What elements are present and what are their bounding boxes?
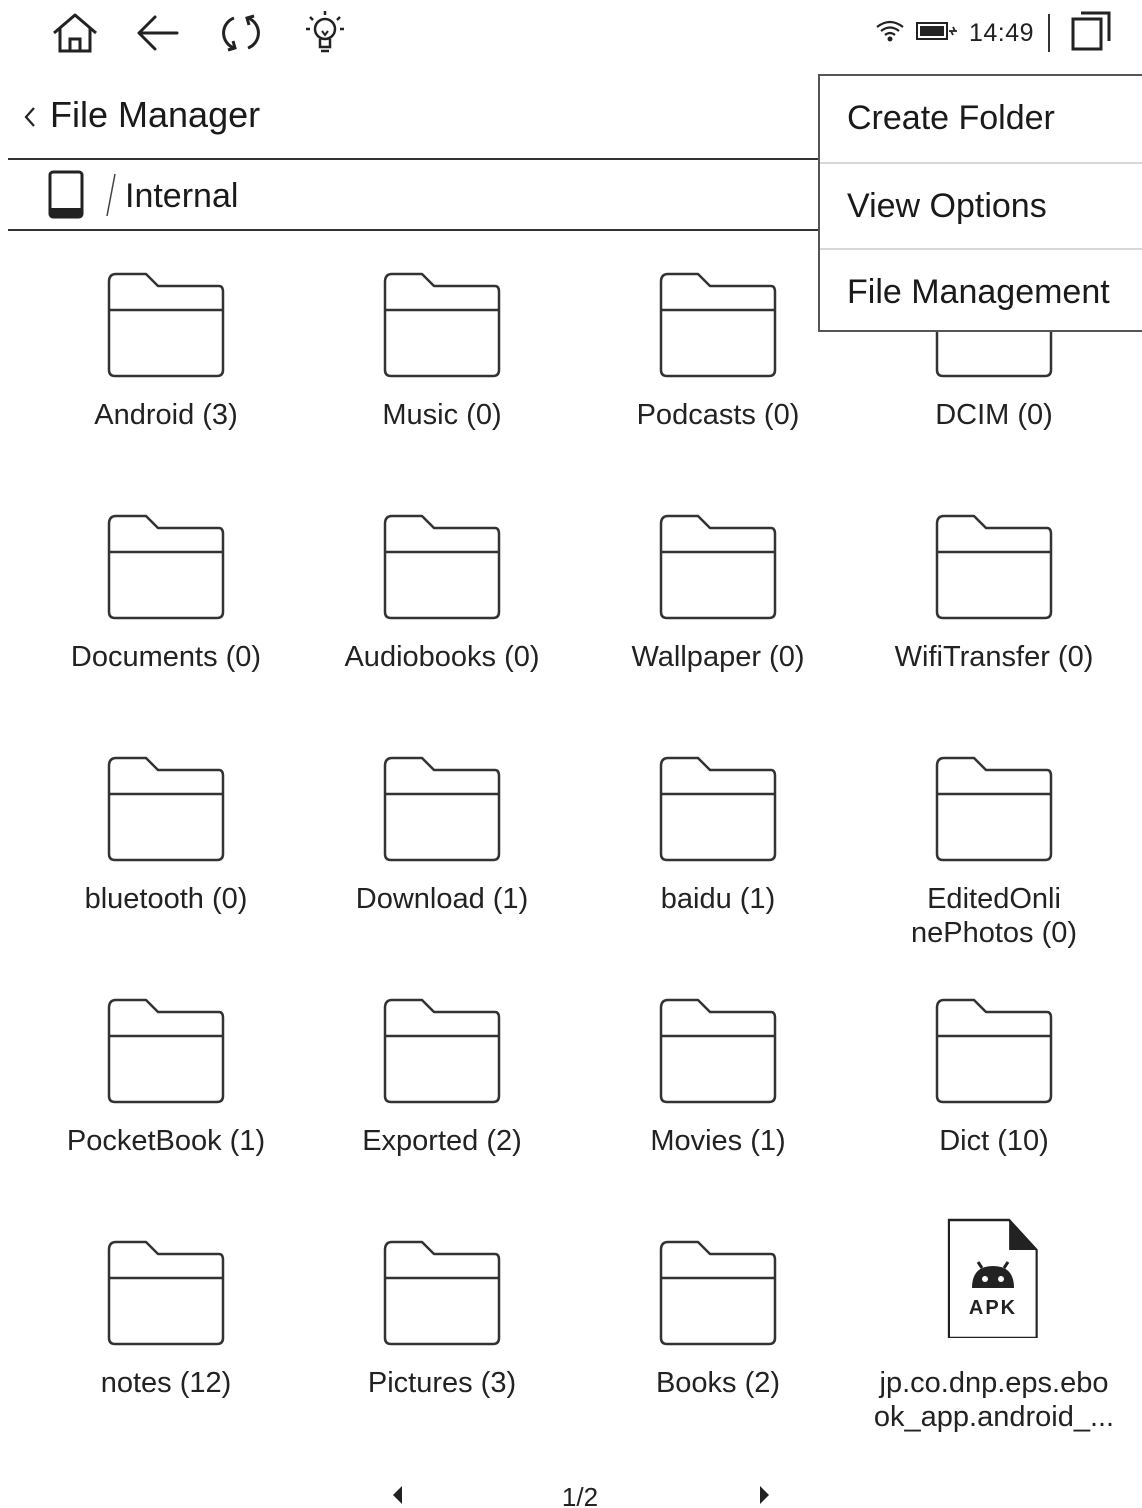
- next-page-icon[interactable]: [754, 1482, 774, 1508]
- item-label: Documents (0): [70, 641, 262, 673]
- folder-icon: [382, 512, 502, 620]
- item-label: bluetooth (0): [84, 883, 248, 915]
- item-label: Download (1): [355, 883, 529, 915]
- pagination: 1/2: [0, 1470, 1142, 1508]
- item-label: Books (2): [655, 1367, 781, 1399]
- item-label: jp.co.dnp.eps.ebo ok_app.android_...: [873, 1367, 1115, 1433]
- header: File Manager: [0, 80, 820, 158]
- folder-icon: [658, 1238, 778, 1346]
- previous-page-icon[interactable]: [388, 1482, 408, 1508]
- item-label: Dict (10): [939, 1125, 1049, 1157]
- apk-badge: APK: [969, 1297, 1017, 1319]
- folder-icon: [658, 270, 778, 378]
- tablet-icon: [48, 170, 86, 220]
- folder-icon: [934, 754, 1054, 862]
- folder-icon: [106, 996, 226, 1104]
- menu-item-label: Create Folder: [847, 99, 1055, 137]
- home-icon[interactable]: [50, 8, 100, 58]
- wifi-icon: [875, 19, 905, 48]
- folder-icon: [658, 996, 778, 1104]
- folder-item[interactable]: baidu (1): [580, 734, 856, 964]
- refresh-icon[interactable]: [216, 8, 266, 58]
- folder-item[interactable]: Pictures (3): [304, 1218, 580, 1448]
- menu-item-label: View Options: [847, 187, 1047, 225]
- status-bar: 14:49: [0, 0, 1142, 64]
- folder-icon: [934, 996, 1054, 1104]
- status-indicators: 14:49: [875, 10, 1112, 56]
- item-label: notes (12): [100, 1367, 232, 1399]
- folder-icon: [658, 512, 778, 620]
- file-item[interactable]: APK jp.co.dnp.eps.ebo ok_app.android_...: [856, 1218, 1132, 1448]
- folder-icon: [382, 1238, 502, 1346]
- item-label: Android (3): [94, 399, 238, 431]
- clock: 14:49: [968, 18, 1034, 47]
- path-separator: [104, 172, 118, 218]
- folder-item[interactable]: WifiTransfer (0): [856, 492, 1132, 722]
- folder-icon: [934, 512, 1054, 620]
- item-label: Movies (1): [650, 1125, 786, 1157]
- folder-item[interactable]: EditedOnli nePhotos (0): [856, 734, 1132, 964]
- folder-icon: [382, 754, 502, 862]
- item-label: Exported (2): [362, 1125, 522, 1157]
- folder-item[interactable]: Documents (0): [28, 492, 304, 722]
- battery-charging-icon: [915, 20, 959, 47]
- folder-icon: [382, 996, 502, 1104]
- breadcrumb-internal[interactable]: Internal: [125, 177, 238, 216]
- item-label: Podcasts (0): [636, 399, 800, 431]
- folder-icon: [106, 754, 226, 862]
- lightbulb-icon[interactable]: [300, 8, 350, 58]
- folder-item[interactable]: Audiobooks (0): [304, 492, 580, 722]
- folder-icon: [382, 270, 502, 378]
- breadcrumb: Internal: [0, 160, 820, 230]
- folder-item[interactable]: Android (3): [28, 250, 304, 480]
- menu-item-view-options[interactable]: View Options: [820, 164, 1142, 250]
- item-label: Pictures (3): [367, 1367, 517, 1399]
- folder-item[interactable]: Exported (2): [304, 976, 580, 1206]
- folder-item[interactable]: bluetooth (0): [28, 734, 304, 964]
- divider: [8, 229, 820, 231]
- status-divider: [1048, 14, 1050, 52]
- chevron-left-icon[interactable]: [20, 102, 40, 132]
- menu-item-create-folder[interactable]: Create Folder: [820, 76, 1142, 162]
- page-indicator: 1/2: [561, 1482, 599, 1508]
- menu-item-file-management[interactable]: File Management: [820, 250, 1142, 336]
- folder-icon: [106, 512, 226, 620]
- folder-item[interactable]: Download (1): [304, 734, 580, 964]
- folder-item[interactable]: Dict (10): [856, 976, 1132, 1206]
- folder-icon: [106, 1238, 226, 1346]
- menu-item-label: File Management: [847, 273, 1110, 311]
- item-label: baidu (1): [660, 883, 776, 915]
- folder-item[interactable]: Movies (1): [580, 976, 856, 1206]
- folder-icon: [658, 754, 778, 862]
- folder-item[interactable]: Music (0): [304, 250, 580, 480]
- options-menu: Create Folder View Options File Manageme…: [818, 74, 1142, 332]
- folder-item[interactable]: Podcasts (0): [580, 250, 856, 480]
- multitask-icon[interactable]: [1070, 10, 1112, 57]
- item-label: EditedOnli nePhotos (0): [910, 883, 1078, 949]
- apk-file-icon: APK: [934, 1218, 1054, 1340]
- folder-item[interactable]: PocketBook (1): [28, 976, 304, 1206]
- folder-item[interactable]: notes (12): [28, 1218, 304, 1448]
- folder-icon: [106, 270, 226, 378]
- folder-item[interactable]: Books (2): [580, 1218, 856, 1448]
- item-label: DCIM (0): [935, 399, 1053, 431]
- back-arrow-icon[interactable]: [133, 8, 183, 58]
- item-label: PocketBook (1): [66, 1125, 266, 1157]
- item-label: Audiobooks (0): [344, 641, 540, 673]
- item-label: Wallpaper (0): [631, 641, 805, 673]
- item-label: WifiTransfer (0): [894, 641, 1094, 673]
- page-title: File Manager: [50, 94, 261, 135]
- item-label: Music (0): [382, 399, 502, 431]
- folder-item[interactable]: Wallpaper (0): [580, 492, 856, 722]
